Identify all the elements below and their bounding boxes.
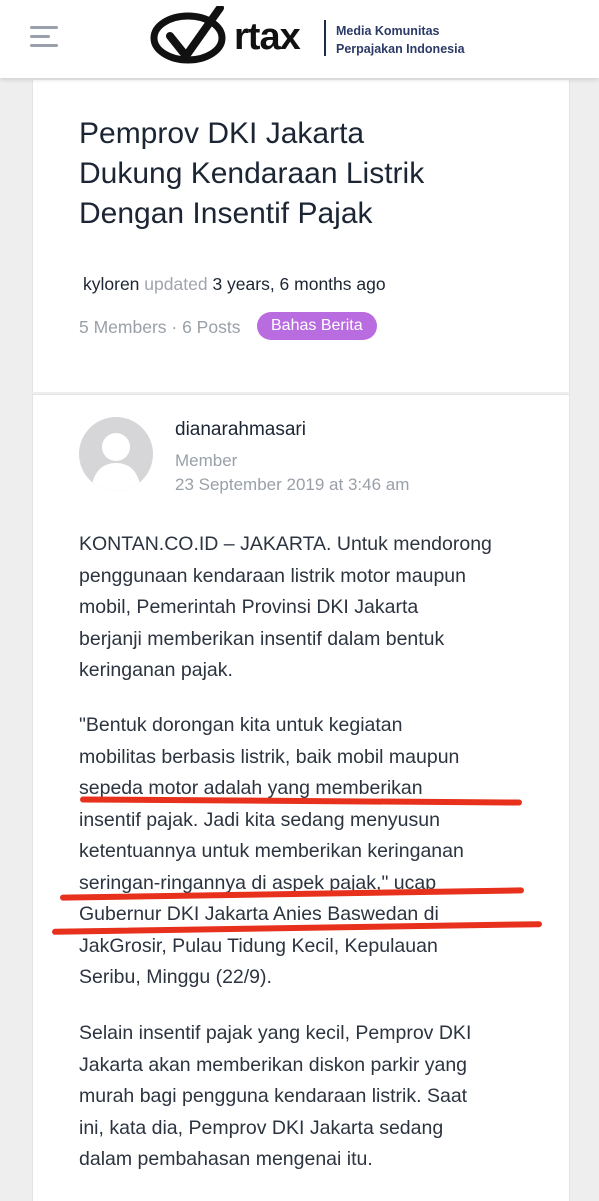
tagline-line-2: Perpajakan Indonesia (336, 42, 465, 56)
paragraph-line: Seribu, Minggu (22/9). (79, 966, 272, 988)
updated-time[interactable]: 3 years, 6 months ago (212, 274, 385, 294)
paragraph-line: Selain insentif pajak yang kecil, Pempro… (79, 1022, 472, 1044)
post-date: 23 September 2019 at 3:46 am (175, 475, 410, 494)
topic-header-card: Pemprov DKI Jakarta Dukung Kendaraan Lis… (32, 80, 570, 392)
paragraph-line: penggunaan kendaraan listrik motor maupu… (79, 564, 467, 587)
ortax-logo[interactable]: rtax Media Komunitas Perpajakan Indonesi… (150, 6, 480, 66)
paragraph-line: "Bentuk dorongan kita untuk kegiatan (79, 714, 403, 736)
updated-label: updated (144, 274, 208, 294)
paragraph-line: ini, kata dia, Pemprov DKI Jakarta sedan… (79, 1116, 444, 1139)
paragraph-line: insentif pajak. Jadi kita sedang menyusu… (79, 808, 440, 831)
topic-category-tag[interactable]: Bahas Berita (257, 312, 377, 340)
topic-title: Pemprov DKI Jakarta Dukung Kendaraan Lis… (79, 114, 519, 234)
top-navigation-bar: rtax Media Komunitas Perpajakan Indonesi… (0, 0, 599, 78)
post-paragraph-quote: "Bentuk dorongan kita untuk kegiatan mob… (79, 710, 549, 994)
avatar[interactable] (79, 417, 153, 491)
topic-updated-info: kyloren updated 3 years, 6 months ago (83, 274, 386, 295)
topic-title-line: Dukung Kendaraan Listrik (79, 157, 425, 190)
tagline-line-1: Media Komunitas (336, 24, 440, 38)
topic-title-line: Dengan Insentif Pajak (79, 197, 373, 230)
post-author-name[interactable]: dianarahmasari (175, 419, 306, 441)
paragraph-line: berjanji memberikan insentif dalam bentu… (79, 627, 445, 650)
paragraph-line: Jakarta akan memberikan diskon parkir ya… (79, 1053, 468, 1076)
hamburger-menu-icon[interactable] (30, 26, 58, 48)
logo-tagline: Media Komunitas Perpajakan Indonesia (336, 22, 486, 58)
post-paragraph: KONTAN.CO.ID – JAKARTA. Untuk mendorong … (79, 529, 549, 687)
paragraph-line: mobilitas berbasis listrik, baik mobil m… (79, 745, 460, 768)
logo-text: rtax (234, 16, 301, 58)
post-paragraph: Selain insentif pajak yang kecil, Pempro… (79, 1018, 549, 1176)
paragraph-line: mobil, Pemerintah Provinsi DKI Jakarta (79, 596, 419, 618)
paragraph-line: dalam pembahasan mengenai itu. (79, 1148, 373, 1170)
logo-check-mark (150, 6, 226, 64)
paragraph-line: ketentuannya untuk memberikan keringanan (79, 840, 464, 862)
paragraph-line: murah bagi pengguna kendaraan listrik. S… (79, 1085, 468, 1107)
paragraph-line: keringanan pajak. (79, 659, 233, 681)
paragraph-line: JakGrosir, Pulau Tidung Kecil, Kepulauan (79, 934, 438, 957)
updated-user-link[interactable]: kyloren (83, 274, 139, 294)
post-author-role: Member (175, 451, 238, 470)
topic-meta-counts: 5 Members · 6 Posts (79, 317, 241, 337)
default-user-icon (91, 433, 141, 491)
paragraph-line: KONTAN.CO.ID – JAKARTA. Untuk mendorong (79, 533, 492, 555)
topic-title-line: Pemprov DKI Jakarta (79, 117, 365, 150)
logo-divider (324, 20, 326, 56)
